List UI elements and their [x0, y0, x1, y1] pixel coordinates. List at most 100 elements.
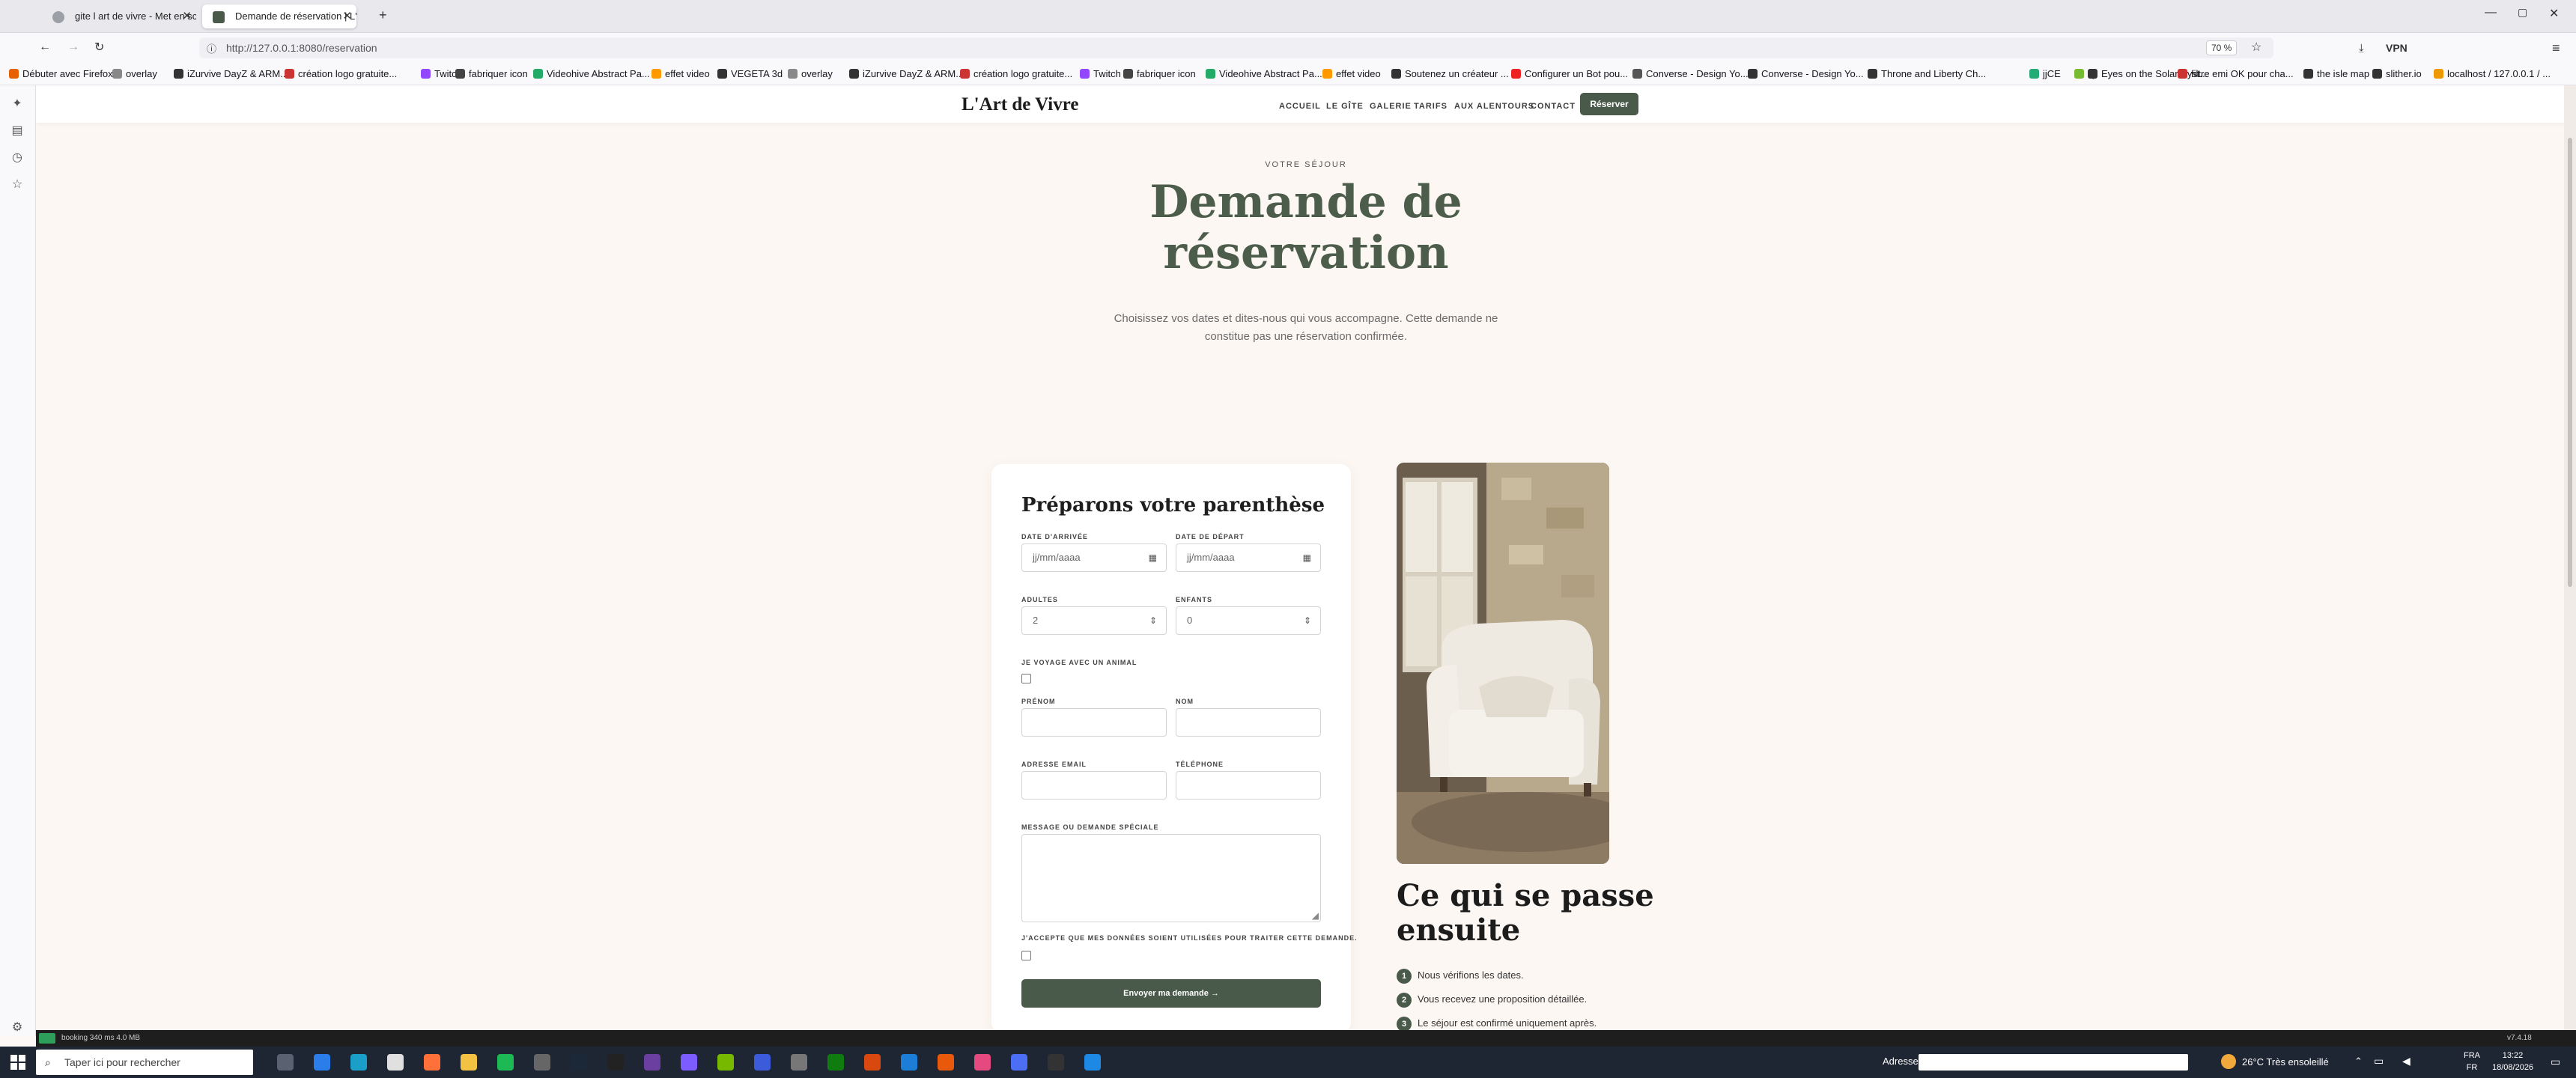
bookmark-item[interactable]: overlay: [788, 68, 833, 79]
nav-accueil[interactable]: ACCUEIL: [1279, 102, 1321, 111]
email-field[interactable]: [1021, 771, 1167, 800]
customize-icon[interactable]: ⚙: [10, 1020, 24, 1034]
reload-icon[interactable]: ↻: [94, 40, 104, 55]
bookmark-item[interactable]: slither.io: [2372, 68, 2422, 79]
synced-tabs-icon[interactable]: ▤: [10, 123, 24, 137]
mail-icon[interactable]: [314, 1054, 330, 1071]
adults-stepper[interactable]: 2 ⇕: [1021, 606, 1167, 635]
bookmark-item[interactable]: iZurvive DayZ & ARM...: [174, 68, 288, 79]
downloads-icon[interactable]: ⤓: [2359, 42, 2364, 55]
bookmark-item[interactable]: effet video: [651, 68, 710, 79]
windows-start-icon[interactable]: [10, 1055, 25, 1070]
menu-icon[interactable]: ≡: [2552, 40, 2560, 56]
debug-left-text[interactable]: booking 340 ms 4.0 MB: [61, 1030, 140, 1047]
tab-gite[interactable]: gite l art de vivre - Met en scèn ✕: [42, 4, 196, 28]
app-icon[interactable]: [607, 1054, 624, 1071]
bookmark-star-icon[interactable]: ☆: [2251, 40, 2261, 55]
app-icon[interactable]: [901, 1054, 917, 1071]
bookmark-item[interactable]: Débuter avec Firefox: [9, 68, 113, 79]
spinner-icon[interactable]: ⇕: [1149, 607, 1157, 634]
tray-chevron-icon[interactable]: ⌃: [2354, 1056, 2363, 1068]
bookmarks-icon[interactable]: ☆: [10, 177, 24, 191]
bookmark-item[interactable]: the isle map: [2303, 68, 2369, 79]
bookmark-item[interactable]: Twitch: [1080, 68, 1121, 79]
vscode-icon[interactable]: [1084, 1054, 1101, 1071]
bookmark-item[interactable]: jjCE: [2029, 68, 2061, 79]
bookmark-item[interactable]: fabriquer icon: [1123, 68, 1196, 79]
nav-le-gite[interactable]: LE GÎTE: [1326, 102, 1364, 111]
firefox-icon[interactable]: [424, 1054, 440, 1071]
steam-icon[interactable]: [571, 1054, 587, 1071]
volume-icon[interactable]: ◀: [2402, 1055, 2411, 1068]
resize-handle-icon[interactable]: ◢: [1312, 902, 1319, 929]
edge-icon[interactable]: [350, 1054, 367, 1071]
task-view-icon[interactable]: [277, 1054, 294, 1071]
bookmark-item[interactable]: création logo gratuite...: [960, 68, 1072, 79]
debug-status-badge[interactable]: [39, 1033, 55, 1044]
app-icon[interactable]: [754, 1054, 771, 1071]
submit-button[interactable]: Envoyer ma demande →: [1021, 979, 1321, 1008]
departure-date-input[interactable]: jj/mm/aaaa ▦: [1176, 543, 1321, 572]
children-stepper[interactable]: 0 ⇕: [1176, 606, 1321, 635]
consent-checkbox[interactable]: [1021, 951, 1031, 960]
close-window-icon[interactable]: ✕: [2549, 6, 2559, 21]
chrome-icon[interactable]: [387, 1054, 404, 1071]
discord-icon[interactable]: [681, 1054, 697, 1071]
bookmark-item[interactable]: Soutenez un créateur ...: [1391, 68, 1509, 79]
calendar-icon[interactable]: ▦: [1149, 544, 1157, 571]
tab-reservation[interactable]: Demande de réservation | L'Art ✕: [202, 4, 356, 28]
bookmark-item[interactable]: iZurvive DayZ & ARM...: [849, 68, 964, 79]
nav-galerie[interactable]: GALERIE: [1370, 102, 1412, 111]
vpn-button[interactable]: VPN: [2386, 42, 2408, 54]
address-toolbar-input[interactable]: [1919, 1054, 2188, 1071]
file-explorer-icon[interactable]: [461, 1054, 477, 1071]
url-bar[interactable]: ⓘ http://127.0.0.1:8080/reservation 70 %…: [199, 37, 2273, 58]
bookmark-item[interactable]: Videohive Abstract Pa...: [533, 68, 650, 79]
close-icon[interactable]: ✕: [342, 4, 352, 28]
site-info-icon[interactable]: ⓘ: [207, 41, 216, 55]
bookmark-item[interactable]: fabriquer icon: [455, 68, 528, 79]
bookmark-item[interactable]: Videohive Abstract Pa...: [1206, 68, 1322, 79]
bookmark-item[interactable]: VEGETA 3d: [717, 68, 783, 79]
spotify-icon[interactable]: [497, 1054, 514, 1071]
debug-version[interactable]: v7.4.18: [2507, 1030, 2532, 1047]
arrival-date-input[interactable]: jj/mm/aaaa ▦: [1021, 543, 1167, 572]
app-icon[interactable]: [534, 1054, 550, 1071]
nav-contact[interactable]: CONTACT: [1531, 102, 1576, 111]
bookmark-item[interactable]: filtre emi OK pour cha...: [2178, 68, 2294, 79]
history-icon[interactable]: ◷: [10, 150, 24, 164]
page-scrollbar[interactable]: [2564, 85, 2576, 1036]
app-icon[interactable]: [1011, 1054, 1027, 1071]
bookmark-item[interactable]: Configurer un Bot pou...: [1511, 68, 1628, 79]
scrollbar-thumb[interactable]: [2568, 138, 2572, 587]
site-logo[interactable]: L'Art de Vivre: [962, 94, 1078, 115]
xbox-icon[interactable]: [827, 1054, 844, 1071]
reserve-button[interactable]: Réserver: [1580, 93, 1638, 115]
bookmark-item[interactable]: localhost / 127.0.0.1 / ...: [2434, 68, 2551, 79]
firstname-input[interactable]: [1021, 708, 1167, 737]
bookmark-item[interactable]: Converse - Design Yo...: [1632, 68, 1749, 79]
weather-text[interactable]: 26°C Très ensoleillé: [2242, 1056, 2329, 1068]
app-icon[interactable]: [974, 1054, 991, 1071]
app-icon[interactable]: [938, 1054, 954, 1071]
notifications-icon[interactable]: ▭: [2551, 1056, 2560, 1068]
ai-chat-icon[interactable]: ✦: [10, 96, 24, 110]
zoom-level[interactable]: 70 %: [2206, 40, 2238, 55]
language-indicator[interactable]: FRA FR: [2464, 1050, 2480, 1074]
taskbar-search[interactable]: ⌕ Taper ici pour rechercher: [36, 1050, 253, 1075]
message-textarea[interactable]: ◢: [1021, 834, 1321, 922]
nav-tarifs[interactable]: TARIFS: [1414, 102, 1448, 111]
spinner-icon[interactable]: ⇕: [1304, 607, 1311, 634]
phone-field[interactable]: [1176, 771, 1321, 800]
bookmark-item[interactable]: Converse - Design Yo...: [1748, 68, 1864, 79]
app-icon[interactable]: [791, 1054, 807, 1071]
app-icon[interactable]: [864, 1054, 881, 1071]
bookmark-item[interactable]: effet video: [1322, 68, 1381, 79]
back-icon[interactable]: ←: [39, 40, 51, 54]
lastname-input[interactable]: [1176, 708, 1321, 737]
bookmark-item[interactable]: création logo gratuite...: [285, 68, 397, 79]
animal-checkbox[interactable]: [1021, 674, 1031, 683]
forward-icon[interactable]: →: [67, 40, 79, 54]
calendar-icon[interactable]: ▦: [1303, 544, 1311, 571]
minimize-icon[interactable]: —: [2485, 6, 2497, 19]
